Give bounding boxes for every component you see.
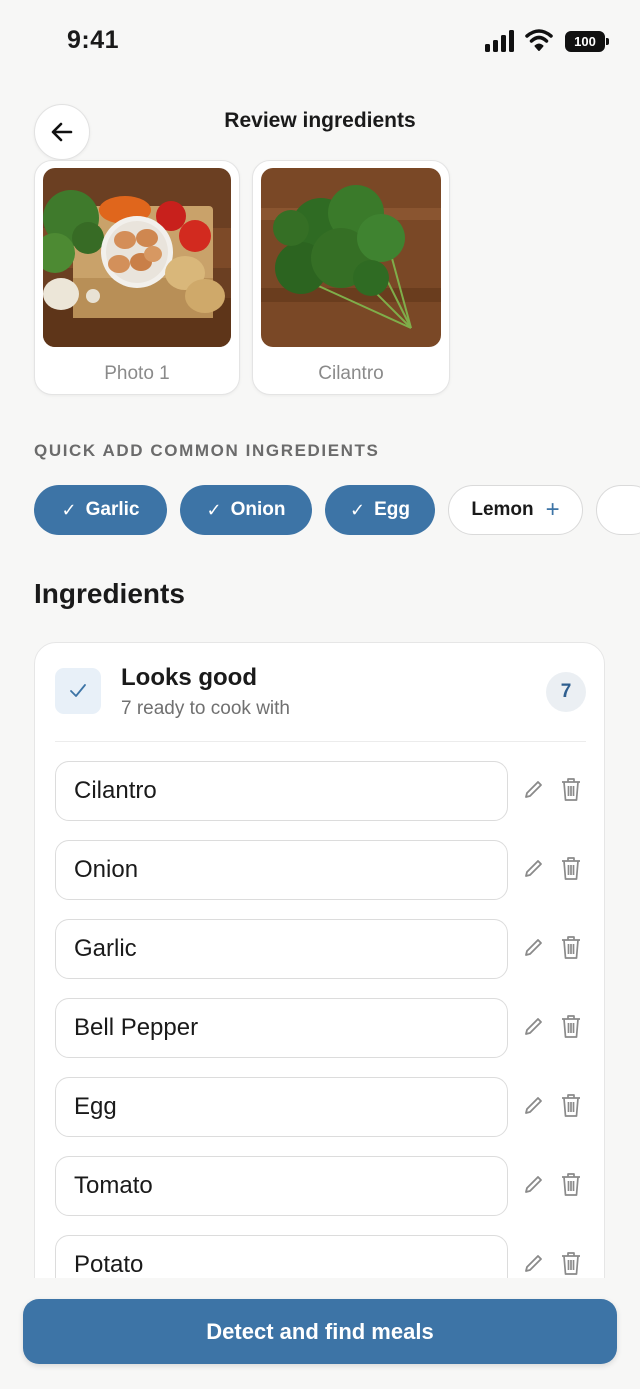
delete-button[interactable]	[558, 1172, 584, 1200]
ingredient-row: Bell Pepper	[55, 998, 586, 1058]
detect-find-meals-button[interactable]: Detect and find meals	[23, 1299, 617, 1364]
pencil-icon	[523, 1094, 545, 1121]
edit-button[interactable]	[521, 1173, 547, 1199]
chip-label: Egg	[374, 499, 410, 520]
status-time: 9:41	[67, 26, 120, 54]
quick-add-label: QUICK ADD COMMON INGREDIENTS	[34, 441, 380, 460]
wifi-icon	[525, 28, 553, 52]
trash-icon	[560, 855, 582, 886]
edit-button[interactable]	[521, 1094, 547, 1120]
photo-thumbnail	[261, 168, 441, 347]
pencil-icon	[523, 1015, 545, 1042]
edit-button[interactable]	[521, 936, 547, 962]
photo-card[interactable]: Photo 1	[34, 160, 240, 395]
edit-button[interactable]	[521, 1252, 547, 1278]
ingredient-row: Cilantro	[55, 761, 586, 821]
ingredient-row: Onion	[55, 840, 586, 900]
delete-button[interactable]	[558, 777, 584, 805]
ingredient-input[interactable]: Garlic	[55, 919, 508, 979]
checkmark-icon: ✓	[206, 499, 222, 520]
battery-icon: 100	[565, 31, 609, 52]
ingredient-input[interactable]: Bell Pepper	[55, 998, 508, 1058]
trash-icon	[560, 1013, 582, 1044]
pencil-icon	[523, 857, 545, 884]
trash-icon	[560, 1250, 582, 1281]
delete-button[interactable]	[558, 856, 584, 884]
chip-onion[interactable]: ✓ Onion	[180, 485, 312, 535]
delete-button[interactable]	[558, 1014, 584, 1042]
ingredient-row: Egg	[55, 1077, 586, 1137]
status-title: Looks good	[121, 664, 257, 691]
photo-list: Photo 1 Cilantro	[34, 160, 450, 395]
pencil-icon	[523, 1173, 545, 1200]
page-title: Review ingredients	[224, 109, 416, 132]
delete-button[interactable]	[558, 1093, 584, 1121]
photo-caption: Cilantro	[318, 363, 384, 384]
pencil-icon	[523, 778, 545, 805]
edit-button[interactable]	[521, 857, 547, 883]
checkmark-icon	[70, 684, 86, 697]
trash-icon	[560, 1171, 582, 1202]
chip-label: Garlic	[85, 499, 140, 520]
quick-add-chips: ✓ Garlic ✓ Onion ✓ Egg Lemon +	[34, 485, 640, 535]
checkmark-icon: ✓	[61, 499, 77, 520]
ingredients-card: Looks good 7 ready to cook with 7 Cilant…	[34, 642, 605, 1302]
status-bar: 9:41 100	[0, 0, 640, 84]
edit-button[interactable]	[521, 778, 547, 804]
ingredient-input[interactable]: Cilantro	[55, 761, 508, 821]
ingredient-input[interactable]: Tomato	[55, 1156, 508, 1216]
chip-label: Onion	[230, 499, 286, 520]
trash-icon	[560, 776, 582, 807]
pencil-icon	[523, 936, 545, 963]
chip-egg[interactable]: ✓ Egg	[325, 485, 435, 535]
chip-more[interactable]	[596, 485, 640, 535]
photo-card[interactable]: Cilantro	[252, 160, 450, 395]
ingredient-row: Garlic	[55, 919, 586, 979]
pencil-icon	[523, 1252, 545, 1279]
chip-lemon[interactable]: Lemon +	[448, 485, 583, 535]
cellular-signal-icon	[485, 30, 517, 52]
delete-button[interactable]	[558, 935, 584, 963]
delete-button[interactable]	[558, 1251, 584, 1279]
trash-icon	[560, 934, 582, 965]
trash-icon	[560, 1092, 582, 1123]
ingredient-row: Tomato	[55, 1156, 586, 1216]
status-subtitle: 7 ready to cook with	[121, 698, 290, 719]
ingredient-input[interactable]: Egg	[55, 1077, 508, 1137]
ingredients-heading: Ingredients	[34, 578, 185, 609]
photo-thumbnail	[43, 168, 231, 347]
count-badge: 7	[546, 672, 586, 712]
photo-caption: Photo 1	[104, 363, 170, 384]
checkmark-icon: ✓	[350, 499, 366, 520]
divider	[55, 741, 586, 742]
chip-garlic[interactable]: ✓ Garlic	[34, 485, 167, 535]
ingredient-input[interactable]: Onion	[55, 840, 508, 900]
chip-label: Lemon	[471, 499, 534, 520]
checkbox-status	[55, 668, 101, 714]
edit-button[interactable]	[521, 1015, 547, 1041]
plus-icon: +	[545, 496, 560, 523]
